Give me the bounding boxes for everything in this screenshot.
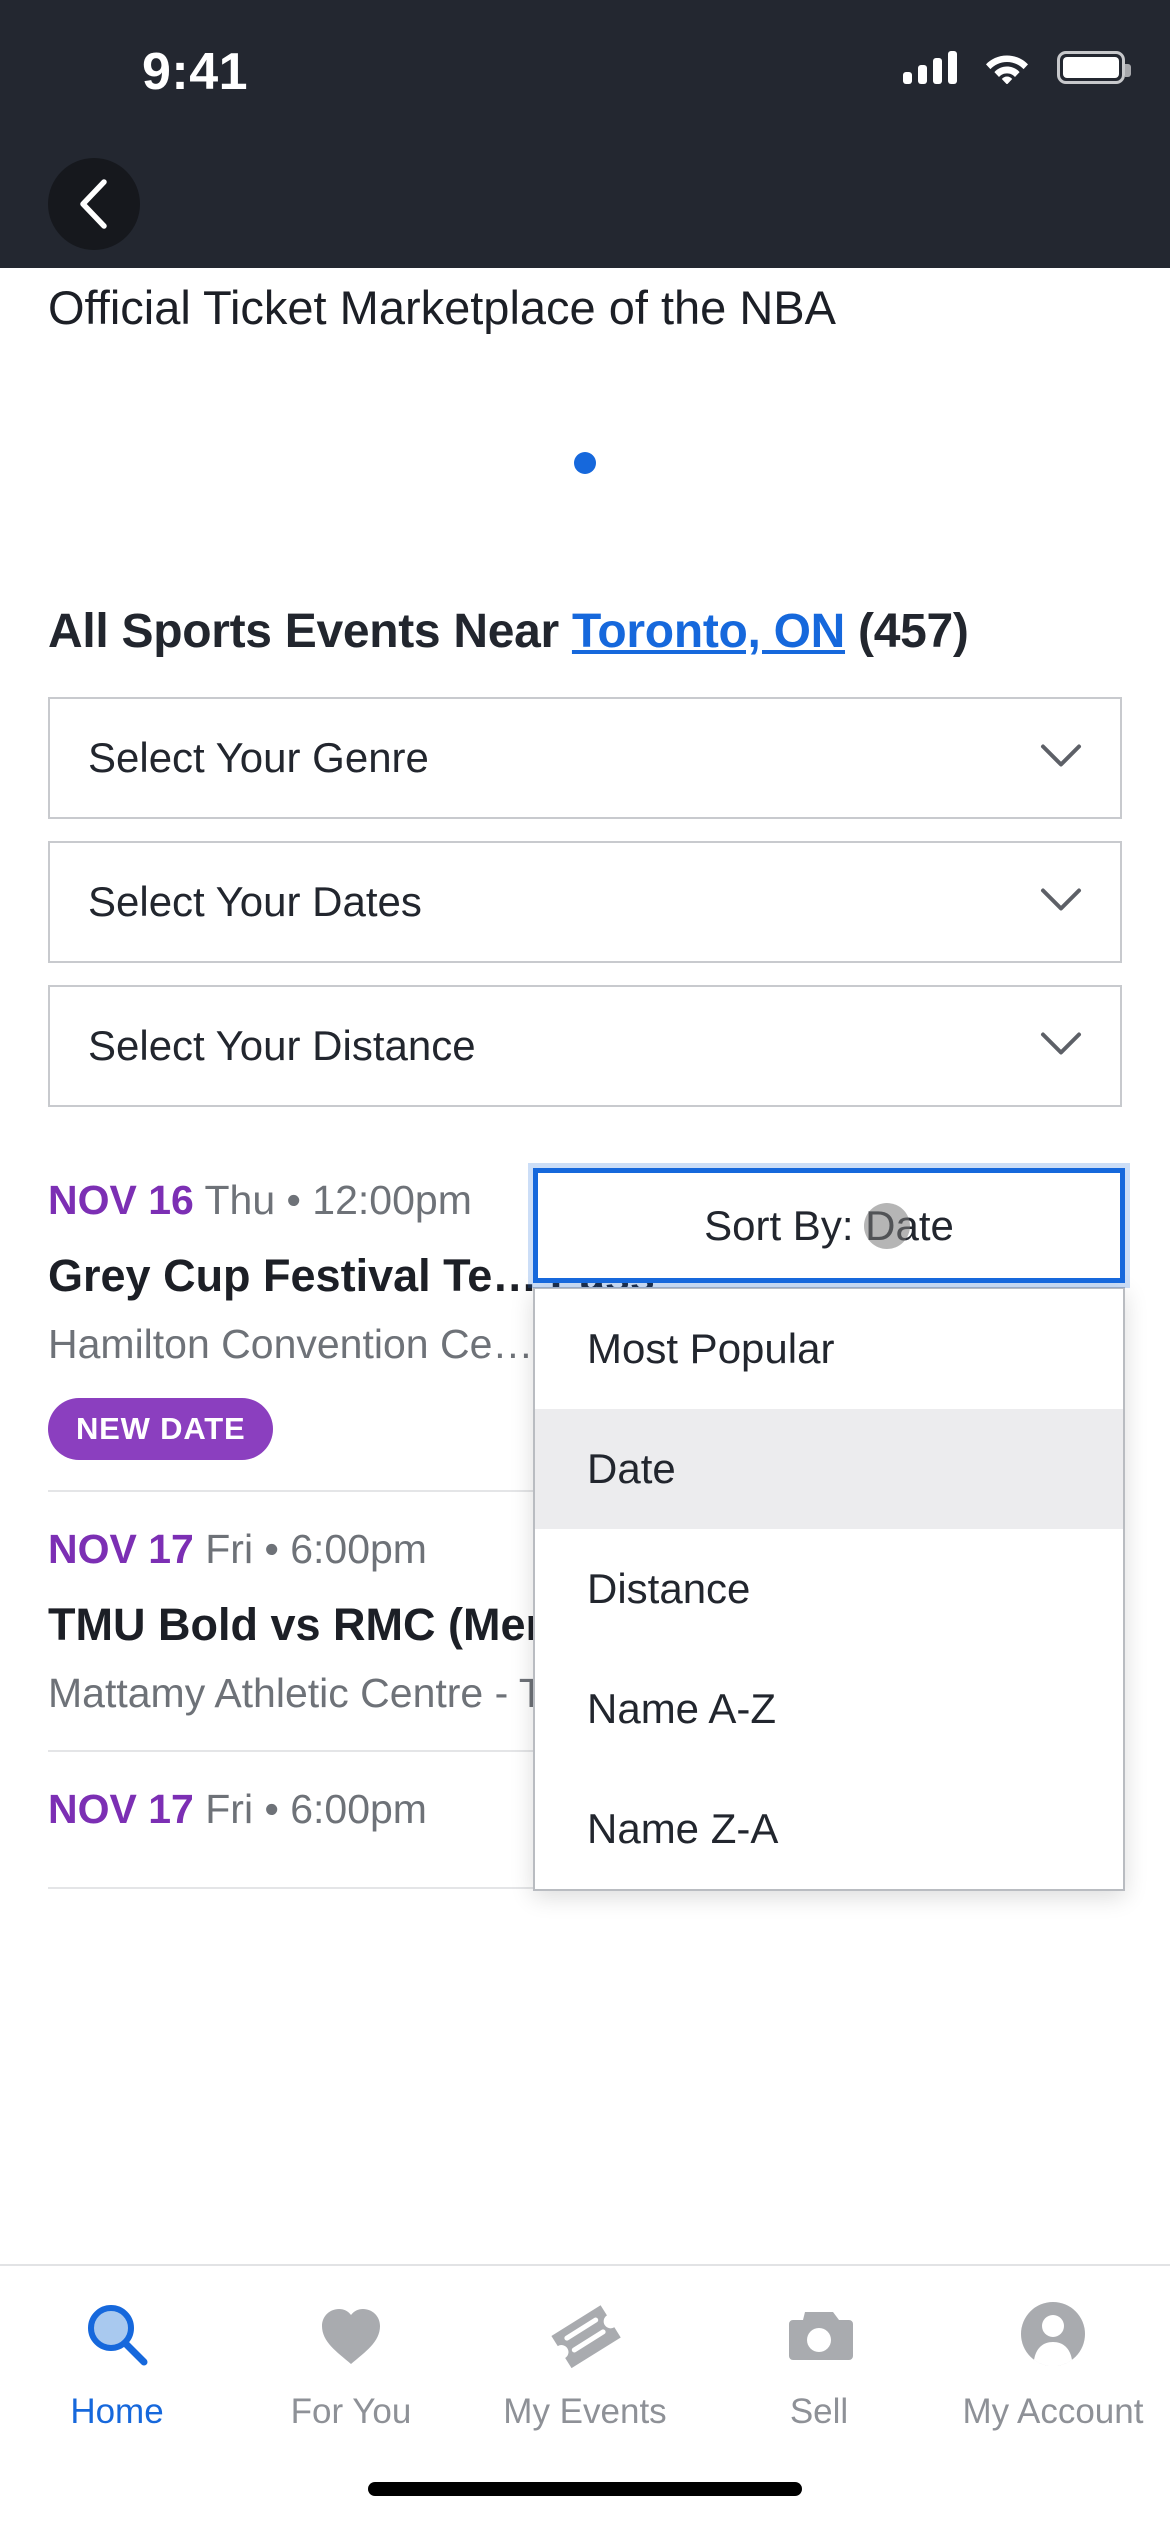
chevron-down-icon xyxy=(1040,1031,1082,1062)
sort-option-name-za[interactable]: Name Z-A xyxy=(535,1769,1123,1889)
chevron-down-icon xyxy=(1040,743,1082,774)
tab-home-label: Home xyxy=(70,2392,164,2431)
home-indicator xyxy=(368,2482,802,2496)
sort-option-most-popular[interactable]: Most Popular xyxy=(535,1289,1123,1409)
tab-for-you[interactable]: For You xyxy=(234,2294,468,2432)
filter-group: Select Your Genre Select Your Dates Sele… xyxy=(48,697,1122,1107)
heart-icon xyxy=(314,2294,388,2376)
tab-my-account-label: My Account xyxy=(962,2392,1144,2431)
event-time: Thu • 12:00pm xyxy=(204,1177,472,1223)
event-time: Fri • 6:00pm xyxy=(205,1786,427,1833)
event-date: NOV 17 xyxy=(48,1786,194,1833)
sort-by-button[interactable]: Sort By: Date xyxy=(533,1168,1125,1283)
status-time: 9:41 xyxy=(142,43,249,101)
wifi-icon xyxy=(985,50,1029,85)
sort-option-label: Date xyxy=(587,1445,676,1492)
chevron-left-icon xyxy=(80,179,107,229)
ticket-icon xyxy=(546,2294,624,2376)
tab-my-events[interactable]: My Events xyxy=(468,2294,702,2432)
sort-option-name-az[interactable]: Name A-Z xyxy=(535,1649,1123,1769)
filter-distance[interactable]: Select Your Distance xyxy=(48,985,1122,1107)
promo-banner-text: Official Ticket Marketplace of the NBA xyxy=(48,281,837,334)
app-header: 9:41 xyxy=(0,0,1170,268)
status-icons xyxy=(903,50,1131,85)
chevron-down-icon xyxy=(1040,887,1082,918)
tab-sell-label: Sell xyxy=(789,2392,849,2431)
sort-option-date[interactable]: Date xyxy=(535,1409,1123,1529)
camera-icon xyxy=(781,2294,857,2376)
event-time: Fri • 6:00pm xyxy=(205,1525,427,1572)
tab-my-events-label: My Events xyxy=(503,2392,667,2431)
event-date: NOV 16 xyxy=(48,1177,194,1223)
sort-option-label: Name Z-A xyxy=(587,1805,779,1852)
sort-by-label: Sort By: Date xyxy=(704,1201,954,1249)
battery-icon xyxy=(1057,50,1131,84)
filter-genre-label: Select Your Genre xyxy=(88,734,429,781)
cellular-signal-icon xyxy=(903,50,957,84)
sort-option-label: Name A-Z xyxy=(587,1685,777,1732)
event-date: NOV 17 xyxy=(48,1525,194,1572)
page-title-prefix: All Sports Events Near xyxy=(48,605,572,658)
filter-genre[interactable]: Select Your Genre xyxy=(48,697,1122,819)
status-bar: 9:41 xyxy=(0,0,1170,140)
filter-dates-label: Select Your Dates xyxy=(88,878,422,925)
tab-my-account[interactable]: My Account xyxy=(936,2294,1170,2432)
tab-sell[interactable]: Sell xyxy=(702,2294,936,2432)
filter-distance-label: Select Your Distance xyxy=(88,1022,476,1069)
person-icon xyxy=(1017,2294,1089,2376)
back-button[interactable] xyxy=(48,158,140,250)
tab-home[interactable]: Home xyxy=(0,2294,234,2432)
event-count: (457) xyxy=(845,605,969,658)
tab-for-you-label: For You xyxy=(290,2392,412,2431)
filter-dates[interactable]: Select Your Dates xyxy=(48,841,1122,963)
search-icon xyxy=(80,2294,154,2376)
phone-screen: 9:41 Official Ticket Marketplace of the … xyxy=(0,0,1170,2532)
sort-control: Sort By: Date Most Popular Date Distance… xyxy=(533,1168,1125,1891)
sort-options-menu: Most Popular Date Distance Name A-Z Name… xyxy=(533,1287,1125,1891)
carousel-dots[interactable] xyxy=(0,452,1170,474)
location-link[interactable]: Toronto, ON xyxy=(572,605,845,658)
status-badge: NEW DATE xyxy=(48,1397,274,1460)
sort-option-distance[interactable]: Distance xyxy=(535,1529,1123,1649)
sort-option-label: Distance xyxy=(587,1565,751,1612)
sort-option-label: Most Popular xyxy=(587,1325,835,1372)
carousel-dot-active[interactable] xyxy=(574,452,596,474)
page-title: All Sports Events Near Toronto, ON (457) xyxy=(48,604,1170,659)
